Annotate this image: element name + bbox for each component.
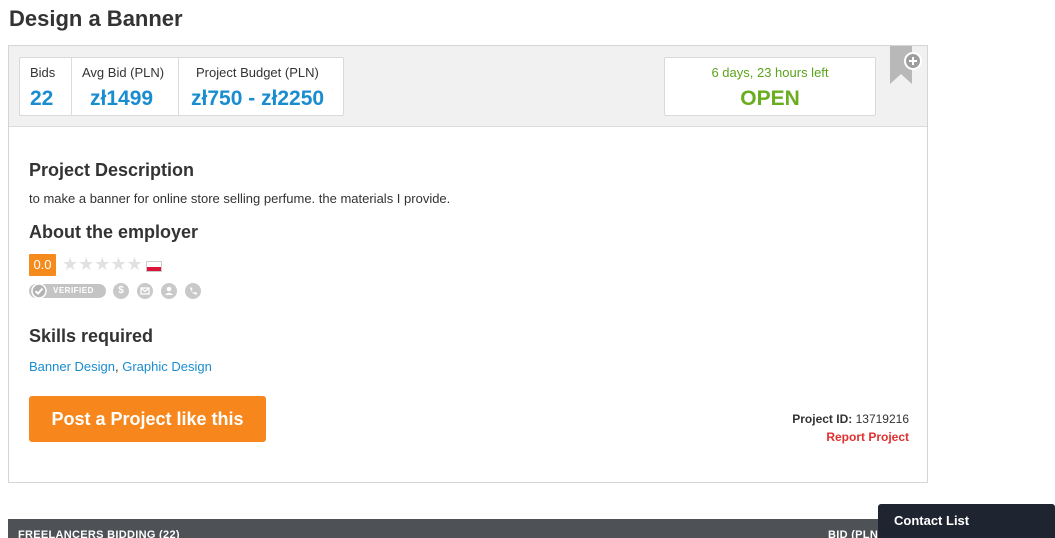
freelancers-bidding-header: FREELANCERS BIDDING (22) BID (PLN	[8, 519, 928, 538]
project-card-header: Bids 22 Avg Bid (PLN) zł1499 Project Bud…	[9, 46, 927, 127]
bids-label: Bids	[30, 65, 56, 80]
bid-column-label: BID (PLN	[828, 529, 879, 538]
status-badge: OPEN	[740, 87, 800, 110]
project-id-label: Project ID:	[792, 412, 853, 426]
phone-verified-icon	[185, 283, 201, 299]
skills-heading: Skills required	[29, 326, 154, 346]
payment-verified-icon: $	[113, 283, 129, 299]
budget-value: zł750 - zł2250	[191, 87, 325, 110]
stat-avg-bid: Avg Bid (PLN) zł1499	[72, 58, 179, 115]
contact-list-tab[interactable]: Contact List	[878, 504, 1055, 538]
project-description-heading: Project Description	[29, 160, 195, 180]
email-verified-icon	[137, 283, 153, 299]
avg-bid-value: zł1499	[90, 87, 154, 110]
verified-badge: VERIFIED	[29, 283, 106, 299]
profile-verified-icon	[161, 283, 177, 299]
employer-stars: ★★★★★	[62, 254, 143, 274]
project-stats: Bids 22 Avg Bid (PLN) zł1499 Project Bud…	[19, 57, 344, 116]
employer-rating: 0.0	[29, 254, 56, 276]
poland-flag-icon	[146, 261, 162, 272]
avg-bid-label: Avg Bid (PLN)	[82, 65, 165, 80]
stat-bids: Bids 22	[20, 58, 72, 115]
bookmark-add-icon[interactable]	[887, 42, 927, 86]
about-employer-heading: About the employer	[29, 222, 199, 242]
bids-value: 22	[30, 87, 54, 110]
time-left: 6 days, 23 hours left	[711, 65, 829, 80]
skill-link-banner-design[interactable]: Banner Design	[29, 359, 115, 374]
project-id-value: 13719216	[855, 412, 909, 426]
budget-label: Project Budget (PLN)	[196, 65, 319, 80]
stat-budget: Project Budget (PLN) zł750 - zł2250	[179, 58, 344, 115]
project-card: Bids 22 Avg Bid (PLN) zł1499 Project Bud…	[8, 45, 928, 483]
post-similar-project-button[interactable]: Post a Project like this	[29, 396, 266, 442]
report-project-link[interactable]: Report Project	[826, 430, 909, 444]
skills-list: Banner Design, Graphic Design	[29, 359, 212, 374]
verified-check-icon	[31, 283, 47, 299]
freelancers-bidding-label: FREELANCERS BIDDING (22)	[18, 529, 180, 538]
project-description-text: to make a banner for online store sellin…	[29, 191, 451, 206]
page-title: Design a Banner	[9, 6, 183, 31]
contact-list-label: Contact List	[894, 513, 970, 528]
project-id: Project ID: 13719216	[792, 412, 909, 426]
skill-link-graphic-design[interactable]: Graphic Design	[122, 359, 212, 374]
verified-label: VERIFIED	[53, 286, 94, 295]
project-timer: 6 days, 23 hours left OPEN	[664, 57, 876, 116]
